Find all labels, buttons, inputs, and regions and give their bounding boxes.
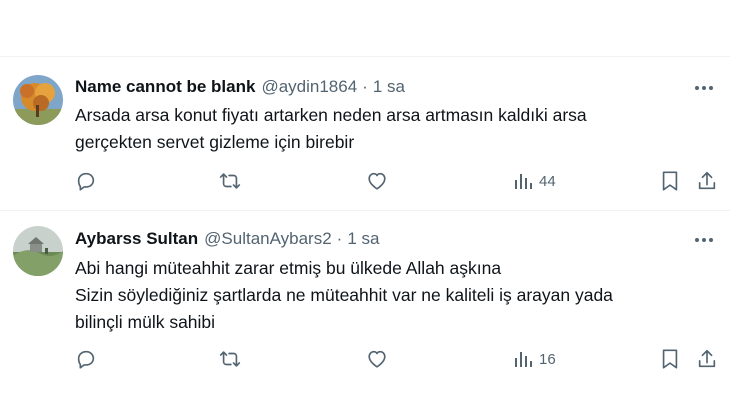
author-handle[interactable]: @aydin1864 bbox=[261, 77, 357, 97]
views-button[interactable]: 44 bbox=[513, 169, 556, 193]
avatar[interactable] bbox=[13, 75, 63, 125]
views-icon bbox=[515, 352, 532, 367]
author-name[interactable]: Aybarss Sultan bbox=[75, 229, 198, 249]
separator-dot: · bbox=[362, 77, 368, 96]
autumn-tree-avatar bbox=[13, 75, 63, 125]
retweet-button[interactable] bbox=[219, 169, 241, 193]
like-button[interactable] bbox=[366, 169, 388, 193]
tweet-text-line: gerçekten servet gizleme için birebir bbox=[75, 132, 355, 152]
avatar[interactable] bbox=[13, 226, 63, 276]
action-bar: 16 bbox=[0, 347, 730, 371]
tweet-text: Arsada arsa konut fiyatı artarken neden … bbox=[75, 102, 695, 156]
views-count: 16 bbox=[539, 350, 556, 368]
like-icon bbox=[368, 172, 386, 190]
share-button[interactable] bbox=[696, 169, 718, 193]
author-handle[interactable]: @SultanAybars2 bbox=[204, 229, 332, 249]
tweet-text-line: bilinçli mülk sahibi bbox=[75, 312, 216, 332]
author-name[interactable]: Name cannot be blank bbox=[75, 77, 255, 97]
separator-dot: · bbox=[336, 229, 343, 248]
tweet-text-line: Sizin söylediğiniz şartlarda ne müteahhi… bbox=[75, 285, 613, 305]
reply-button[interactable] bbox=[75, 169, 97, 193]
retweet-icon bbox=[219, 351, 241, 367]
reply-button[interactable] bbox=[75, 347, 97, 371]
reply-tweet[interactable]: Name cannot be blank @aydin1864 · 1 sa A… bbox=[0, 0, 730, 210]
views-button[interactable]: 16 bbox=[513, 347, 556, 371]
bookmark-button[interactable] bbox=[660, 347, 680, 371]
tweet-header: Name cannot be blank @aydin1864 · 1 sa bbox=[75, 76, 405, 98]
timestamp[interactable]: 1 sa bbox=[347, 229, 379, 249]
reply-icon bbox=[77, 172, 95, 191]
share-icon bbox=[698, 349, 716, 368]
views-count: 44 bbox=[539, 172, 556, 190]
bookmark-icon bbox=[662, 171, 678, 191]
like-icon bbox=[368, 350, 386, 368]
timestamp[interactable]: 1 sa bbox=[373, 77, 405, 97]
retweet-button[interactable] bbox=[219, 347, 241, 371]
tweet-text-line: Arsada arsa konut fiyatı artarken neden … bbox=[75, 105, 587, 125]
more-icon[interactable] bbox=[692, 228, 716, 252]
bookmark-button[interactable] bbox=[660, 169, 680, 193]
tweet-text-line: Abi hangi müteahhit zarar etmiş bu ülked… bbox=[75, 258, 502, 278]
more-icon[interactable] bbox=[692, 76, 716, 100]
bookmark-icon bbox=[662, 349, 678, 369]
landscape-avatar bbox=[13, 226, 63, 276]
tweet-text: Abi hangi müteahhit zarar etmiş bu ülked… bbox=[75, 255, 695, 336]
action-bar: 44 bbox=[0, 169, 730, 193]
tweet-header: Aybarss Sultan @SultanAybars2 · 1 sa bbox=[75, 228, 379, 250]
reply-icon bbox=[77, 350, 95, 369]
share-button[interactable] bbox=[696, 347, 718, 371]
views-icon bbox=[515, 174, 532, 189]
like-button[interactable] bbox=[366, 347, 388, 371]
share-icon bbox=[698, 171, 716, 190]
retweet-icon bbox=[219, 173, 241, 189]
reply-tweet[interactable]: Aybarss Sultan @SultanAybars2 · 1 sa Abi… bbox=[0, 211, 730, 420]
